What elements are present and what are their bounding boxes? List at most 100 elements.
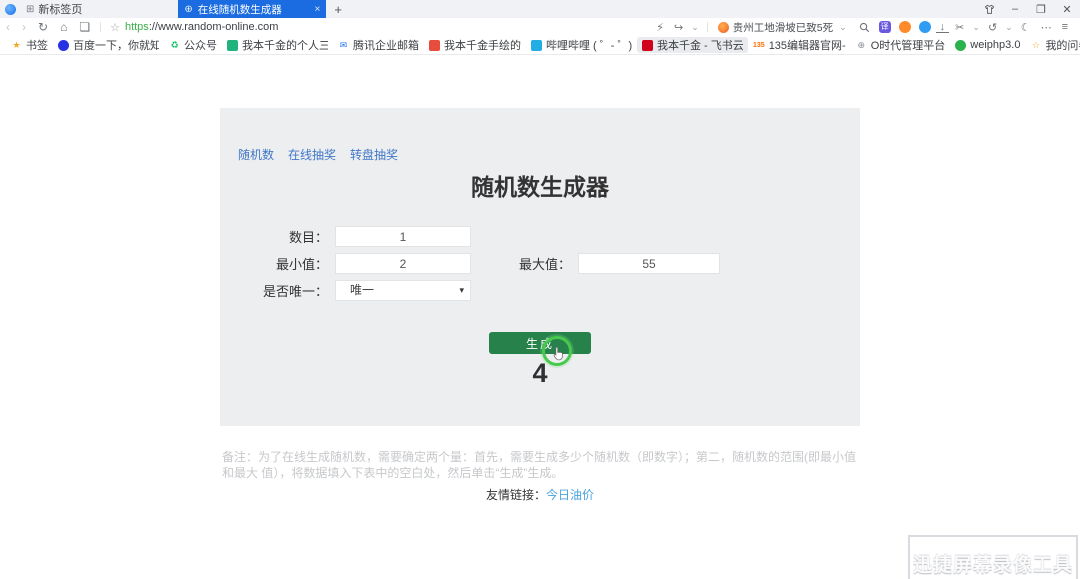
bookmark-item[interactable]: 我本千金的个人三 [222,37,333,53]
bookmark-item[interactable]: 哔哩哔哩 ( ゜- ゜)つ [526,37,637,53]
chevron-down-icon[interactable]: ⌄ [970,22,982,33]
bookmark-item[interactable]: 135 135编辑器官网- [748,37,851,53]
unique-row: 是否唯一： 唯一 ▾ [220,280,471,301]
bookmark-star-icon[interactable]: ☆ [105,21,125,34]
translate-icon[interactable]: 译 [878,21,891,33]
bookmark-item[interactable]: weiphp3.0 [950,37,1025,53]
unique-select-value: 唯一 [350,283,375,297]
wechat-official-icon: ♻ [170,39,179,50]
max-input[interactable] [578,253,720,274]
note-text: 备注：为了在线生成随机数，需要确定两个量：首先，需要生成多少个随机数（即数字）；… [222,450,857,480]
active-tab[interactable]: ⊕ 在线随机数生成器 × [178,0,327,18]
max-row: 最大值： [478,253,720,274]
count-input[interactable] [335,226,471,247]
bilibili-icon [531,39,542,51]
url-scheme: https [124,21,149,33]
count-row: 数目： [220,226,471,247]
page-title: 随机数生成器 [471,174,609,200]
friend-links: 友情链接：今日油价 [0,486,1080,503]
night-mode-moon-icon[interactable]: ☾ [1017,21,1035,34]
generate-button[interactable]: 生成 [489,332,591,354]
min-label: 最小值： [275,257,328,272]
share-icon[interactable]: ↪ [670,21,687,34]
screenshot-scissors-icon[interactable]: ✂ [951,21,968,34]
address-bar: ‹ › ↻ ⌂ ❏ ☆ https://www.random-online.co… [0,18,1080,36]
menu-icon[interactable]: ≡ [1058,21,1072,33]
nav-random-number[interactable]: 随机数 [238,146,274,163]
divider [706,22,708,32]
survey-star-icon: ☆ [1031,39,1040,50]
watermark-title: 迅捷屏幕录像工具 [913,555,1074,576]
tab-title: 在线随机数生成器 [197,3,282,16]
chevron-down-icon[interactable]: ⌄ [1003,22,1015,33]
download-icon[interactable]: ↓ [935,21,950,33]
bookmark-item[interactable]: ⊕ O时代管理平台 [851,37,951,53]
baidu-icon [58,39,69,51]
unique-select[interactable]: 唯一 ▾ [335,280,471,301]
maximize-button[interactable]: ❐ [1028,3,1054,16]
site-nav: 随机数 在线抽奖 转盘抽奖 [238,146,398,163]
url-rest: ://www.random-online.com [148,21,279,33]
video-icon[interactable] [918,21,931,33]
watermark-frame: 迅捷屏幕录像工具 www.xunjieshipin.com [913,540,1073,579]
home-icon[interactable]: ⌂ [54,20,73,34]
bookmark-item[interactable]: 我本千金 - 飞书云 [637,37,748,53]
count-label: 数目： [288,230,328,245]
handdrawn-icon [429,39,440,51]
more-icon[interactable]: ⋯ [1037,21,1056,34]
editor135-icon: 135 [753,41,765,49]
bookmark-item[interactable]: ☆我的问卷 [1025,37,1080,53]
tab-bar: ⊞ 新标签页 ⊕ 在线随机数生成器 × + – ❐ ✕ [0,0,1080,18]
theme-skin-icon[interactable] [976,3,1002,15]
friend-links-label: 友情链接： [485,488,546,502]
minimize-button[interactable]: – [1002,3,1028,15]
bookmark-item[interactable]: ✉ 腾讯企业邮箱 [333,37,424,53]
games-icon[interactable] [898,21,911,33]
bookmark-item[interactable]: 百度一下，你就知 [53,37,164,53]
address-bar-tools: ⚡ ↪ ⌄ 贵州工地滑坡已致5死 ⌄ 译 ↓ ✂ ⌄ ↺ ⌄ ☾ ⋯ ≡ [652,20,1080,35]
star-icon: ★ [12,39,21,50]
web-page: 随机数 在线抽奖 转盘抽奖 随机数生成器 数目： 最小值： 最大值： 是否唯一：… [0,55,1080,579]
generated-result: 4 [532,358,548,388]
bookmarks-bar: ★ 书签 百度一下，你就知 ♻ 公众号 我本千金的个人三 ✉ 腾讯企业邮箱 我本千金手… [0,36,1080,55]
close-button[interactable]: ✕ [1054,3,1080,16]
friend-link-oil-price[interactable]: 今日油价 [546,488,594,502]
hot-search-icon [717,21,729,33]
new-tab-button[interactable]: + [326,2,350,17]
min-row: 最小值： [220,253,471,274]
browser-logo-icon [5,3,16,15]
tencent-mail-icon: ✉ [339,39,348,50]
history-undo-icon[interactable]: ↺ [984,21,1001,34]
globe-icon: ⊕ [857,39,865,50]
nav-wheel-lottery[interactable]: 转盘抽奖 [350,146,398,163]
bookmark-item[interactable]: ★ 书签 [6,37,53,53]
window-controls: – ❐ ✕ [976,3,1080,16]
url-text[interactable]: https://www.random-online.com [125,21,278,33]
divider [100,22,102,32]
new-tab-page-button[interactable]: ⊞ 新标签页 [22,1,92,17]
weiphp-icon [955,39,967,51]
chevron-down-icon[interactable]: ⌄ [689,22,701,33]
grid-icon: ⊞ [26,3,35,15]
hot-search-text: 贵州工地滑坡已致5死 [732,21,834,34]
hot-search[interactable]: 贵州工地滑坡已致5死 ⌄ [714,20,853,35]
unique-label: 是否唯一： [262,284,328,299]
flash-icon[interactable]: ⚡ [652,21,668,34]
tab-close-icon[interactable]: × [315,4,321,15]
back-icon[interactable]: ‹ [0,20,16,34]
feishu-icon [642,39,653,51]
search-icon[interactable] [855,21,874,33]
new-tab-page-label: 新标签页 [38,4,83,16]
bookmark-item[interactable]: ♻ 公众号 [164,37,222,53]
forward-icon[interactable]: › [16,20,32,34]
generator-card: 随机数 在线抽奖 转盘抽奖 随机数生成器 数目： 最小值： 最大值： 是否唯一：… [220,108,860,426]
select-caret-icon: ▾ [459,285,464,295]
watermark: 迅捷屏幕录像工具 www.xunjieshipin.com [908,535,1078,579]
min-input[interactable] [335,253,471,274]
reload-icon[interactable]: ↻ [32,20,54,34]
globe-icon: ⊕ [184,3,193,15]
personal-site-icon [227,39,238,51]
bookmark-item[interactable]: 我本千金手绘的 [424,37,526,53]
reading-mode-icon[interactable]: ❏ [73,20,96,34]
nav-online-lottery[interactable]: 在线抽奖 [288,146,336,163]
